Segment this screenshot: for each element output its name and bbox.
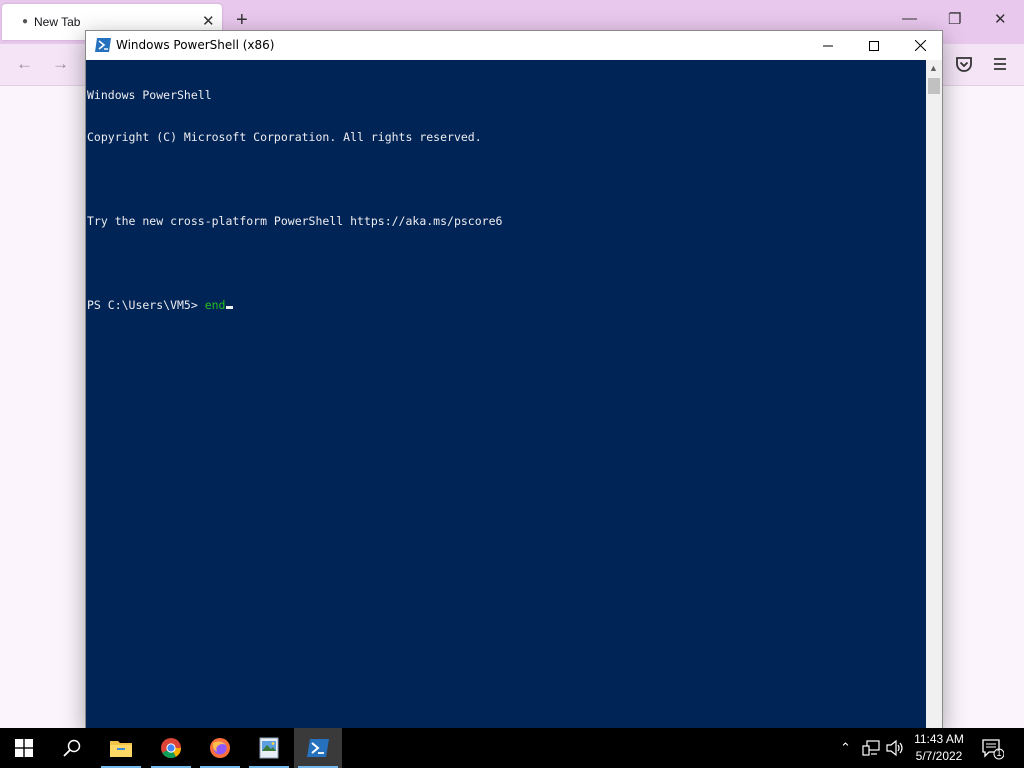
clock-time: 11:43 AM (914, 732, 964, 746)
menu-icon[interactable] (988, 52, 1012, 76)
vertical-scrollbar[interactable]: ▲ (926, 60, 942, 729)
forward-icon[interactable]: → (52, 54, 69, 74)
taskbar: ⌃ 11:43 AM 5/7/2022 1 (0, 728, 1024, 768)
powershell-titlebar[interactable]: Windows PowerShell (x86) (86, 31, 942, 60)
tab-close-icon[interactable]: ✕ (202, 12, 215, 30)
console-line: Windows PowerShell (87, 88, 212, 102)
clock-date: 5/7/2022 (915, 749, 963, 763)
prompt-line[interactable]: PS C:\Users\VM5> end (87, 298, 502, 312)
powershell-icon (95, 38, 111, 52)
minimize-icon (823, 45, 833, 46)
back-icon[interactable]: ← (16, 54, 33, 74)
prompt-text: PS C:\Users\VM5> (87, 298, 205, 312)
tab-label: New Tab (34, 15, 81, 29)
photos-icon (259, 737, 279, 759)
start-button[interactable] (0, 728, 48, 768)
window-title: Windows PowerShell (x86) (116, 38, 275, 52)
tab-dot-icon: ● (22, 16, 29, 27)
taskbar-file-explorer[interactable] (97, 728, 145, 768)
browser-restore-icon[interactable]: ❐ (948, 10, 961, 28)
search-icon (63, 739, 81, 757)
file-explorer-icon (110, 741, 132, 757)
chrome-icon (161, 738, 182, 759)
browser-minimize-icon[interactable]: — (902, 10, 917, 27)
notification-center-button[interactable]: 1 (980, 736, 1005, 760)
powershell-icon (307, 739, 329, 757)
taskbar-firefox[interactable] (196, 728, 244, 768)
maximize-button[interactable] (851, 31, 897, 60)
scroll-thumb[interactable] (928, 78, 940, 94)
console-area[interactable]: Windows PowerShell Copyright (C) Microso… (86, 60, 926, 729)
close-button[interactable] (897, 31, 943, 60)
taskbar-photos[interactable] (245, 728, 293, 768)
search-button[interactable] (48, 728, 96, 768)
command-text: end (204, 298, 226, 312)
minimize-button[interactable] (805, 31, 851, 60)
scroll-up-icon[interactable]: ▲ (929, 63, 938, 73)
firefox-icon (210, 738, 230, 758)
chevron-up-icon[interactable]: ⌃ (840, 740, 851, 756)
pocket-icon[interactable] (952, 52, 976, 76)
close-icon (914, 40, 926, 51)
console-line: Copyright (C) Microsoft Corporation. All… (87, 130, 482, 144)
maximize-icon (869, 40, 879, 51)
console-output: Windows PowerShell Copyright (C) Microso… (87, 60, 502, 340)
notification-count: 1 (996, 748, 1002, 758)
volume-icon[interactable] (886, 740, 904, 756)
taskbar-powershell[interactable] (294, 728, 342, 768)
start-icon (15, 739, 33, 757)
browser-close-icon[interactable]: ✕ (994, 10, 1007, 28)
powershell-window: Windows PowerShell (x86) Windows PowerSh… (85, 30, 943, 730)
new-tab-button[interactable]: + (236, 10, 248, 30)
taskbar-chrome[interactable] (147, 728, 195, 768)
console-line: Try the new cross-platform PowerShell ht… (87, 214, 503, 228)
text-cursor (226, 306, 234, 309)
network-icon[interactable] (862, 740, 880, 756)
clock[interactable]: 11:43 AM 5/7/2022 (905, 731, 973, 765)
